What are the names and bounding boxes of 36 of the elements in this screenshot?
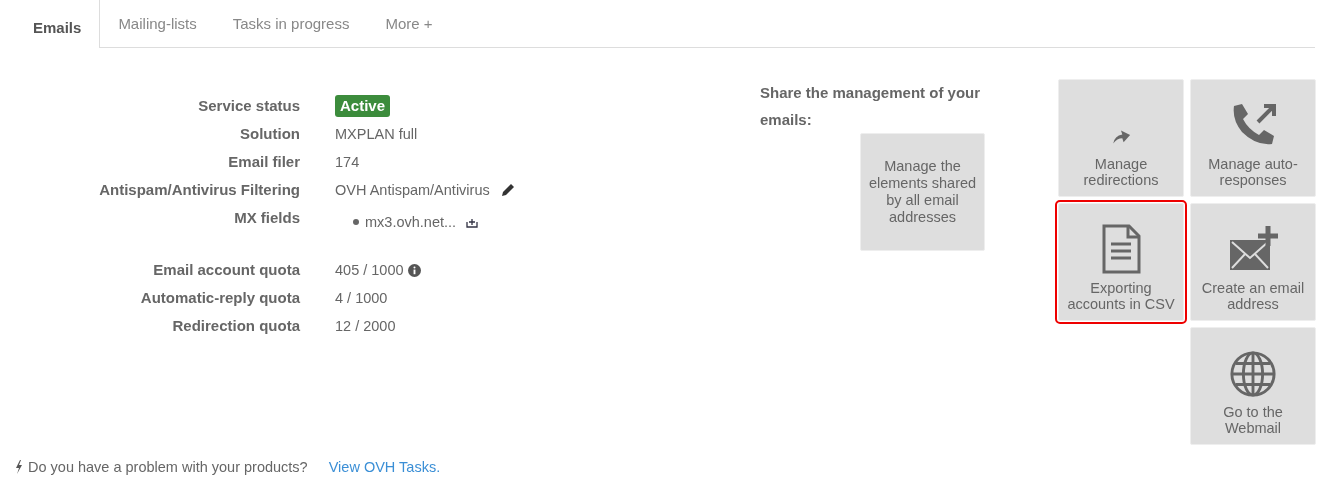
field-label: MX fields [233, 208, 300, 228]
lightning-icon [15, 460, 23, 474]
action-tile[interactable]: Manage redirections [1058, 79, 1184, 197]
document-icon [1101, 224, 1141, 274]
field-value: 174 [335, 153, 360, 172]
expand-icon[interactable] [466, 216, 479, 228]
action-tile[interactable]: Go to the Webmail [1190, 327, 1316, 445]
tab[interactable]: Emails [15, 0, 101, 48]
globe-icon [1229, 350, 1277, 398]
tasks-link[interactable]: View OVH Tasks. [328, 459, 441, 475]
field-value: MXPLAN full [335, 125, 418, 144]
field-label: Email account quota [152, 260, 300, 280]
field-value: OVH Antispam/Antivirus [335, 181, 490, 200]
pencil-icon[interactable] [499, 182, 516, 198]
tab[interactable]: More + [367, 0, 451, 48]
action-tile[interactable]: Create an email address [1190, 203, 1316, 321]
field-value: 405 / 1000 [335, 261, 404, 280]
tab[interactable]: Tasks in progress [214, 0, 368, 48]
field-label: Automatic-reply quota [139, 288, 300, 308]
field-label: Email filer [227, 152, 300, 172]
info-icon[interactable] [407, 263, 421, 277]
field-label: Redirection quota [171, 316, 300, 336]
bullet-icon [353, 219, 359, 225]
action-tile[interactable]: Manage auto-responses [1190, 79, 1316, 197]
tab[interactable]: Mailing-lists [100, 0, 215, 48]
shared-elements-button[interactable]: Manage the elements shared by all email addresses [860, 133, 985, 251]
status-badge: Active [335, 95, 391, 117]
help-text: Do you have a problem with your products? [28, 459, 308, 475]
share-heading: Share the management of your emails: [760, 83, 982, 130]
field-label: Solution [239, 124, 300, 144]
action-tile[interactable]: Exporting accounts in CSV [1058, 203, 1184, 321]
field-label: Service status [197, 96, 300, 116]
field-value: 12 / 2000 [335, 317, 396, 336]
mx-value: mx3.ovh.net... [365, 213, 457, 232]
field-label: Antispam/Antivirus Filtering [98, 180, 300, 200]
field-value: 4 / 1000 [335, 289, 388, 308]
